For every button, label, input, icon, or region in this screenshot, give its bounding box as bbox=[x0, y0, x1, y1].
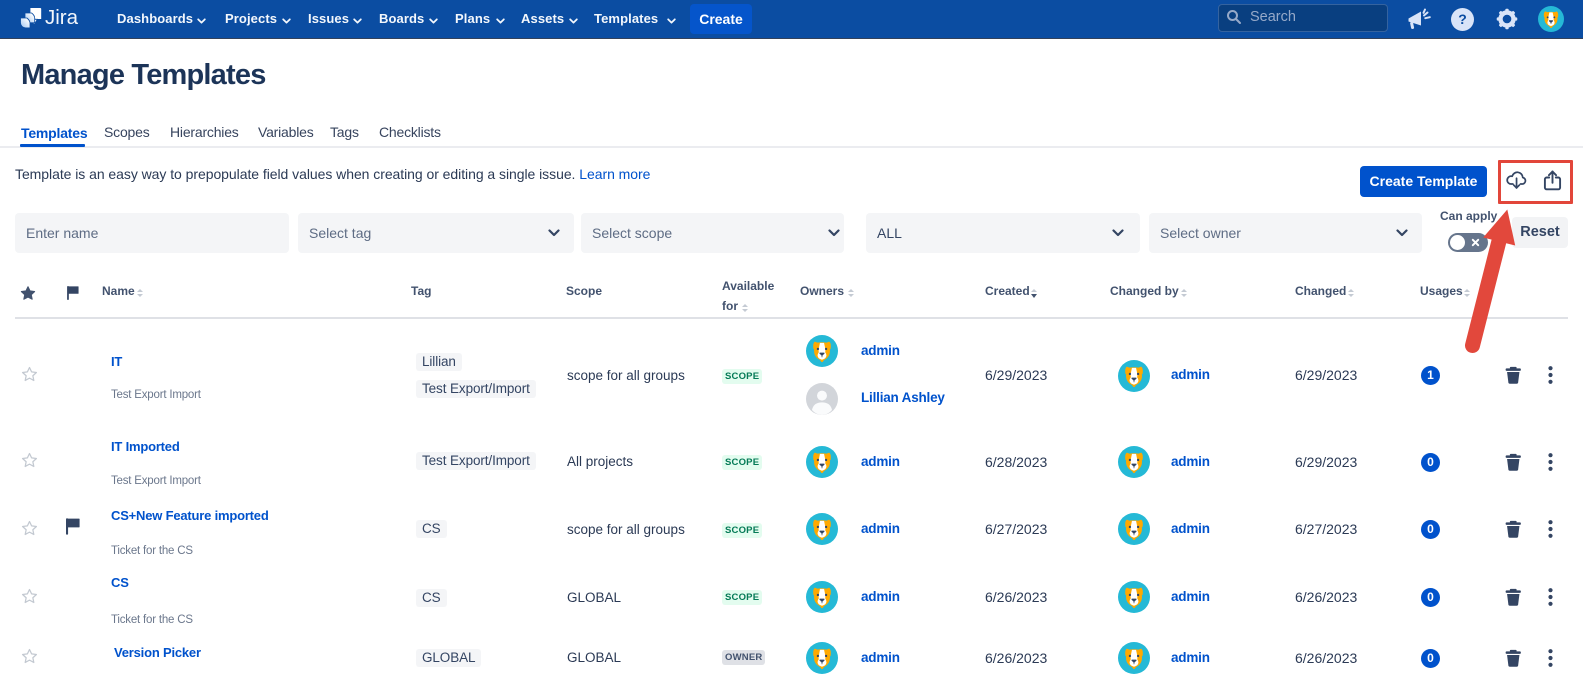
svg-text:?: ? bbox=[1458, 11, 1467, 27]
